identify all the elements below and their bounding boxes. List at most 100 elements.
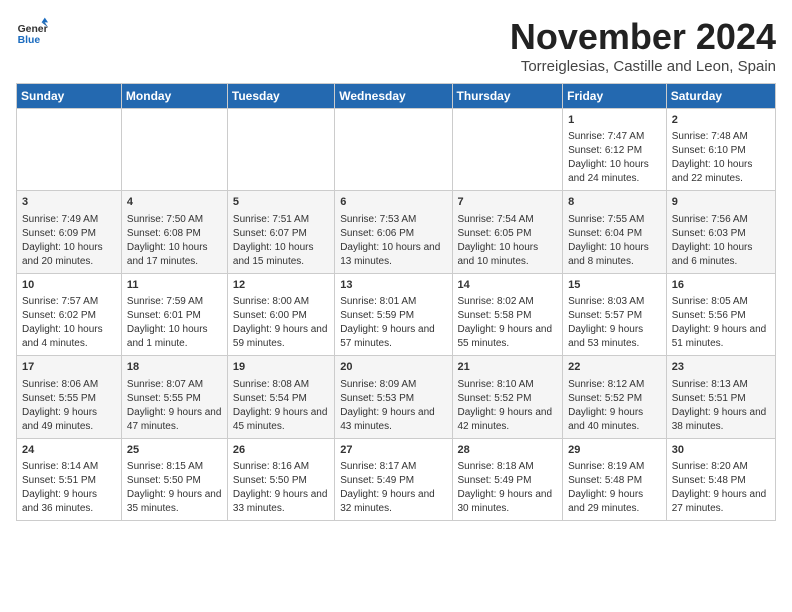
day-info: Sunrise: 8:18 AM xyxy=(458,460,558,474)
calendar-cell: 6Sunrise: 7:53 AMSunset: 6:06 PMDaylight… xyxy=(335,191,452,273)
calendar-cell xyxy=(227,109,334,191)
day-info: Sunset: 6:10 PM xyxy=(672,144,770,158)
calendar-cell: 12Sunrise: 8:00 AMSunset: 6:00 PMDayligh… xyxy=(227,273,334,355)
day-number: 4 xyxy=(127,195,222,210)
calendar-cell: 24Sunrise: 8:14 AMSunset: 5:51 PMDayligh… xyxy=(17,438,122,520)
day-info: Sunset: 6:01 PM xyxy=(127,309,222,323)
day-info: Sunrise: 8:12 AM xyxy=(568,378,661,392)
day-number: 29 xyxy=(568,443,661,458)
calendar-cell: 29Sunrise: 8:19 AMSunset: 5:48 PMDayligh… xyxy=(563,438,667,520)
day-info: Daylight: 10 hours and 8 minutes. xyxy=(568,241,661,269)
day-number: 10 xyxy=(22,278,116,293)
day-number: 19 xyxy=(233,360,329,375)
day-info: Sunrise: 7:50 AM xyxy=(127,213,222,227)
day-info: Sunrise: 8:07 AM xyxy=(127,378,222,392)
logo: General Blue xyxy=(16,16,50,48)
day-info: Sunrise: 8:09 AM xyxy=(340,378,446,392)
day-info: Daylight: 9 hours and 43 minutes. xyxy=(340,406,446,434)
calendar-cell: 2 Sunrise: 7:48 AMSunset: 6:10 PMDaylight… xyxy=(666,109,775,191)
day-number: 12 xyxy=(233,278,329,293)
day-info: Sunrise: 8:20 AM xyxy=(672,460,770,474)
day-info: Sunset: 5:52 PM xyxy=(458,392,558,406)
day-number: 22 xyxy=(568,360,661,375)
day-info: Sunset: 6:04 PM xyxy=(568,227,661,241)
day-info: Daylight: 10 hours and 20 minutes. xyxy=(22,241,116,269)
calendar-cell: 18Sunrise: 8:07 AMSunset: 5:55 PMDayligh… xyxy=(121,356,227,438)
day-info: Sunset: 5:50 PM xyxy=(233,474,329,488)
day-number: 17 xyxy=(22,360,116,375)
page-header: General Blue November 2024 Torreiglesias… xyxy=(16,16,776,75)
day-info: Daylight: 10 hours and 17 minutes. xyxy=(127,241,222,269)
day-info: Sunset: 5:49 PM xyxy=(340,474,446,488)
day-number: 2 xyxy=(672,113,770,128)
day-info: Sunrise: 8:14 AM xyxy=(22,460,116,474)
calendar-cell: 20Sunrise: 8:09 AMSunset: 5:53 PMDayligh… xyxy=(335,356,452,438)
day-number: 30 xyxy=(672,443,770,458)
day-number: 18 xyxy=(127,360,222,375)
day-info: Daylight: 9 hours and 59 minutes. xyxy=(233,323,329,351)
calendar-cell: 4Sunrise: 7:50 AMSunset: 6:08 PMDaylight… xyxy=(121,191,227,273)
day-header-saturday: Saturday xyxy=(666,84,775,109)
day-info: Sunset: 5:54 PM xyxy=(233,392,329,406)
day-info: Sunrise: 7:48 AM xyxy=(672,130,770,144)
calendar-cell: 3Sunrise: 7:49 AMSunset: 6:09 PMDaylight… xyxy=(17,191,122,273)
day-info: Daylight: 9 hours and 55 minutes. xyxy=(458,323,558,351)
day-number: 25 xyxy=(127,443,222,458)
calendar-cell: 10Sunrise: 7:57 AMSunset: 6:02 PMDayligh… xyxy=(17,273,122,355)
calendar-cell xyxy=(121,109,227,191)
svg-text:Blue: Blue xyxy=(18,35,41,46)
day-info: Sunrise: 7:54 AM xyxy=(458,213,558,227)
day-info: Sunrise: 7:51 AM xyxy=(233,213,329,227)
calendar-week-2: 3Sunrise: 7:49 AMSunset: 6:09 PMDaylight… xyxy=(17,191,776,273)
day-info: Daylight: 10 hours and 13 minutes. xyxy=(340,241,446,269)
calendar-cell: 1Sunrise: 7:47 AMSunset: 6:12 PMDaylight… xyxy=(563,109,667,191)
calendar-cell: 16Sunrise: 8:05 AMSunset: 5:56 PMDayligh… xyxy=(666,273,775,355)
calendar-cell: 11Sunrise: 7:59 AMSunset: 6:01 PMDayligh… xyxy=(121,273,227,355)
calendar-cell: 17Sunrise: 8:06 AMSunset: 5:55 PMDayligh… xyxy=(17,356,122,438)
calendar-cell: 25Sunrise: 8:15 AMSunset: 5:50 PMDayligh… xyxy=(121,438,227,520)
calendar-cell xyxy=(335,109,452,191)
day-info: Sunrise: 8:19 AM xyxy=(568,460,661,474)
day-number: 21 xyxy=(458,360,558,375)
day-info: Sunrise: 7:55 AM xyxy=(568,213,661,227)
day-info: Sunrise: 8:06 AM xyxy=(22,378,116,392)
calendar-week-4: 17Sunrise: 8:06 AMSunset: 5:55 PMDayligh… xyxy=(17,356,776,438)
day-info: Sunrise: 8:03 AM xyxy=(568,295,661,309)
month-title: November 2024 xyxy=(510,16,776,58)
calendar-cell: 19Sunrise: 8:08 AMSunset: 5:54 PMDayligh… xyxy=(227,356,334,438)
day-info: Sunset: 6:00 PM xyxy=(233,309,329,323)
day-info: Daylight: 9 hours and 35 minutes. xyxy=(127,488,222,516)
day-number: 3 xyxy=(22,195,116,210)
day-info: Sunset: 6:09 PM xyxy=(22,227,116,241)
calendar-cell: 23Sunrise: 8:13 AMSunset: 5:51 PMDayligh… xyxy=(666,356,775,438)
day-info: Sunset: 5:48 PM xyxy=(568,474,661,488)
calendar-cell: 5Sunrise: 7:51 AMSunset: 6:07 PMDaylight… xyxy=(227,191,334,273)
calendar-cell xyxy=(452,109,563,191)
day-info: Sunset: 6:07 PM xyxy=(233,227,329,241)
day-header-sunday: Sunday xyxy=(17,84,122,109)
day-number: 16 xyxy=(672,278,770,293)
day-info: Daylight: 9 hours and 42 minutes. xyxy=(458,406,558,434)
day-info: Daylight: 9 hours and 38 minutes. xyxy=(672,406,770,434)
day-info: Sunset: 6:06 PM xyxy=(340,227,446,241)
calendar-header-row: SundayMondayTuesdayWednesdayThursdayFrid… xyxy=(17,84,776,109)
day-info: Sunset: 5:59 PM xyxy=(340,309,446,323)
calendar-table: SundayMondayTuesdayWednesdayThursdayFrid… xyxy=(16,83,776,521)
day-info: Sunset: 5:49 PM xyxy=(458,474,558,488)
day-info: Sunrise: 8:01 AM xyxy=(340,295,446,309)
day-number: 15 xyxy=(568,278,661,293)
day-info: Daylight: 9 hours and 47 minutes. xyxy=(127,406,222,434)
day-number: 23 xyxy=(672,360,770,375)
day-info: Daylight: 9 hours and 40 minutes. xyxy=(568,406,661,434)
day-info: Sunset: 6:12 PM xyxy=(568,144,661,158)
day-info: Sunrise: 8:13 AM xyxy=(672,378,770,392)
calendar-cell: 21Sunrise: 8:10 AMSunset: 5:52 PMDayligh… xyxy=(452,356,563,438)
day-number: 24 xyxy=(22,443,116,458)
day-number: 14 xyxy=(458,278,558,293)
day-header-wednesday: Wednesday xyxy=(335,84,452,109)
day-info: Sunrise: 8:08 AM xyxy=(233,378,329,392)
day-number: 27 xyxy=(340,443,446,458)
day-info: Daylight: 10 hours and 22 minutes. xyxy=(672,158,770,186)
calendar-cell: 7Sunrise: 7:54 AMSunset: 6:05 PMDaylight… xyxy=(452,191,563,273)
day-info: Daylight: 9 hours and 33 minutes. xyxy=(233,488,329,516)
